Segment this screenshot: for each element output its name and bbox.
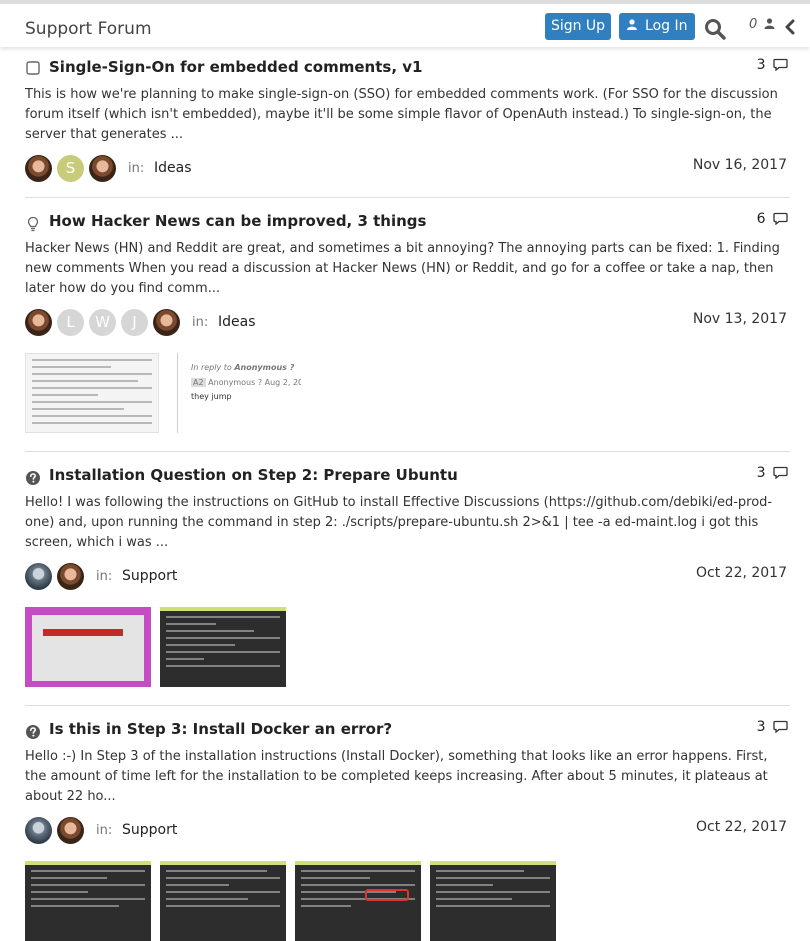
thumbnail-image[interactable] (25, 861, 151, 941)
topic-thumbnails: In reply to Anonymous ? A2 Anonymous ? A… (25, 353, 325, 433)
user-icon (626, 19, 641, 33)
divider (25, 705, 790, 706)
topic-item: How Hacker News can be improved, 3 thing… (25, 211, 790, 452)
chevron-left-icon[interactable] (784, 19, 796, 35)
topic-excerpt[interactable]: Hello! I was following the instructions … (25, 493, 787, 553)
login-button[interactable]: Log In (619, 13, 695, 40)
avatar[interactable]: J (121, 309, 148, 336)
avatar[interactable] (57, 817, 84, 844)
thumbnail-image[interactable]: In reply to Anonymous ? A2 Anonymous ? A… (173, 353, 301, 433)
comment-icon (773, 58, 788, 72)
divider (25, 451, 790, 452)
thumbnail-image[interactable] (295, 861, 421, 941)
thumbnail-image[interactable] (25, 353, 159, 433)
avatar[interactable] (25, 155, 52, 182)
thumbnail-image[interactable] (160, 861, 286, 941)
reply-badge: A2 (191, 378, 206, 387)
topic-meta: L W J in: Ideas Nov 13, 2017 (25, 309, 790, 337)
category-link[interactable]: Support (122, 568, 177, 584)
reply-count: 3 (757, 719, 788, 735)
avatar[interactable] (57, 563, 84, 590)
avatar[interactable]: S (57, 155, 84, 182)
avatar[interactable]: L (57, 309, 84, 336)
topic-title[interactable]: How Hacker News can be improved, 3 thing… (49, 212, 426, 230)
topic-thumbnails (25, 607, 295, 687)
avatar[interactable] (25, 817, 52, 844)
topic-excerpt[interactable]: This is how we're planning to make singl… (25, 85, 787, 145)
topic-date: Oct 22, 2017 (696, 819, 787, 835)
comment-icon (773, 466, 788, 480)
topic-date: Nov 16, 2017 (692, 157, 787, 173)
topic-item: Single-Sign-On for embedded comments, v1… (25, 57, 790, 198)
signup-button[interactable]: Sign Up (545, 13, 611, 40)
category-link[interactable]: Support (122, 822, 177, 838)
reply-author: Anonymous ? (208, 378, 263, 387)
topic-item: Is this in Step 3: Install Docker an err… (25, 719, 790, 941)
reply-count-value: 3 (756, 719, 766, 735)
in-label: in: (96, 569, 113, 584)
comment-icon (773, 720, 788, 734)
in-label: in: (128, 161, 145, 176)
avatar[interactable]: W (89, 309, 116, 336)
topic-thumbnails (25, 861, 565, 941)
login-label: Log In (645, 18, 688, 34)
users-online-indicator[interactable]: 0 (749, 17, 775, 32)
topic-excerpt[interactable]: Hacker News (HN) and Reddit are great, a… (25, 239, 787, 299)
category-link[interactable]: Ideas (154, 160, 192, 176)
search-icon[interactable] (704, 18, 726, 40)
divider (25, 197, 790, 198)
in-label: in: (96, 823, 113, 838)
reply-to-name: Anonymous ? (234, 363, 295, 372)
topic-item: Installation Question on Step 2: Prepare… (25, 465, 790, 706)
topic-title[interactable]: Single-Sign-On for embedded comments, v1 (49, 58, 422, 76)
forum-title[interactable]: Support Forum (25, 19, 152, 39)
thumbnail-image[interactable] (25, 607, 151, 687)
topic-meta: in: Support Oct 22, 2017 (25, 563, 790, 591)
reply-count-value: 3 (756, 465, 766, 481)
reply-count-value: 3 (756, 57, 766, 73)
reply-count: 3 (757, 57, 788, 73)
topic-date: Oct 22, 2017 (696, 565, 787, 581)
online-count: 0 (749, 17, 758, 32)
users-icon (764, 18, 775, 29)
thumbnail-image[interactable] (430, 861, 556, 941)
reply-text: they jump (191, 392, 232, 401)
avatar[interactable] (89, 155, 116, 182)
topic-excerpt[interactable]: Hello :-) In Step 3 of the installation … (25, 747, 787, 807)
topic-date: Nov 13, 2017 (692, 311, 787, 327)
avatar[interactable] (153, 309, 180, 336)
top-bar: Support Forum Sign Up Log In 0 (0, 0, 810, 47)
reply-count-value: 6 (756, 211, 766, 227)
in-label: in: (192, 315, 209, 330)
topic-meta: S in: Ideas Nov 16, 2017 (25, 155, 790, 183)
thumbnail-image[interactable] (160, 607, 286, 687)
avatar[interactable] (25, 563, 52, 590)
lightbulb-icon (27, 216, 39, 232)
comment-icon (773, 212, 788, 226)
avatar[interactable] (25, 309, 52, 336)
reply-count: 3 (757, 465, 788, 481)
reply-count: 6 (757, 211, 788, 227)
topic-title[interactable]: Installation Question on Step 2: Prepare… (49, 466, 458, 484)
topic-meta: in: Support Oct 22, 2017 (25, 817, 790, 845)
reply-date: Aug 2, 2013 (264, 378, 301, 387)
question-icon (26, 725, 40, 739)
reply-to-text: In reply to (191, 363, 232, 372)
checkbox-icon (26, 61, 40, 75)
question-icon (26, 471, 40, 485)
topic-title[interactable]: Is this in Step 3: Install Docker an err… (49, 720, 392, 738)
category-link[interactable]: Ideas (218, 314, 256, 330)
